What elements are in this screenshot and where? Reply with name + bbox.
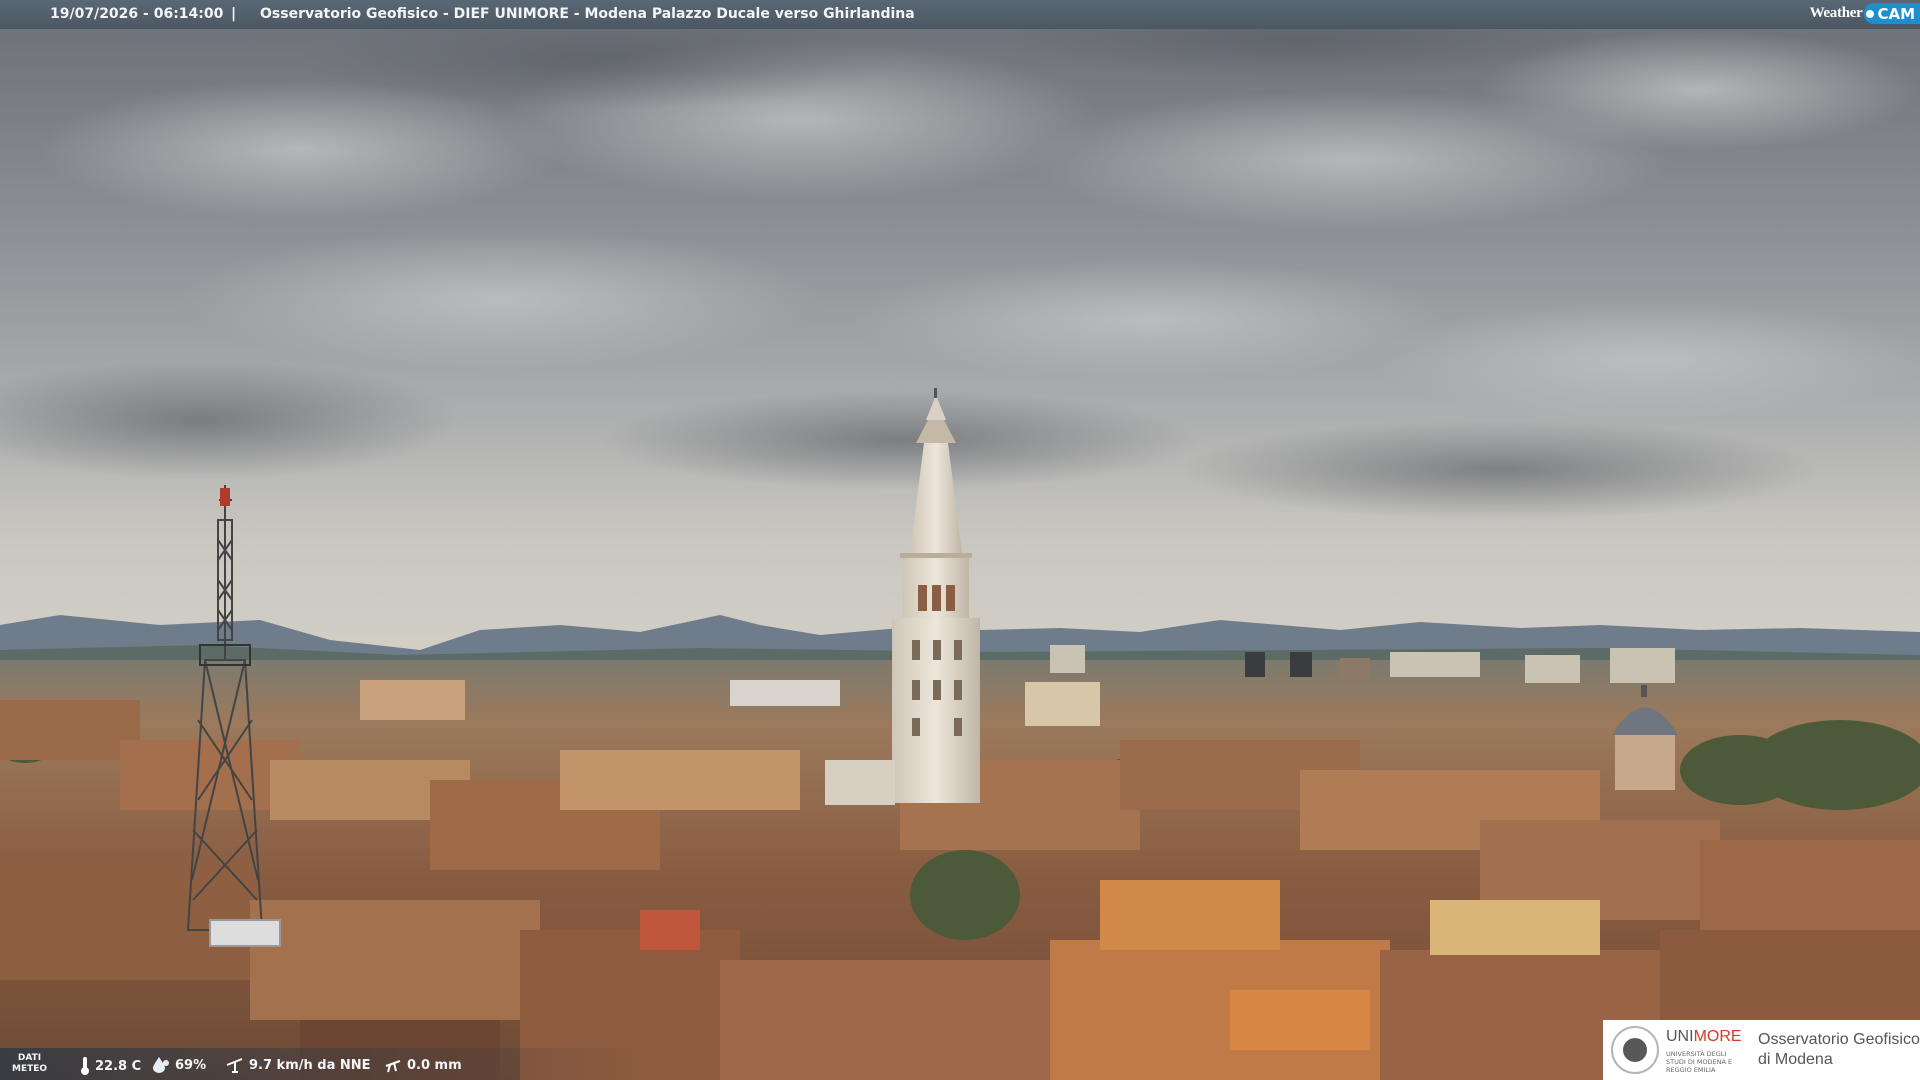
unimore-subtitle: UNIVERSITÀ DEGLI STUDI DI MODENA E REGGI… <box>1666 1050 1733 1074</box>
weathercam-logo: Weather CAM <box>1810 0 1920 27</box>
unimore-logo-text: UNIMORE <box>1666 1028 1742 1045</box>
humidity-readout: 69% <box>152 1057 206 1073</box>
temperature-readout: 22.8 C <box>80 1057 141 1075</box>
unimore-badge: UNIMORE UNIVERSITÀ DEGLI STUDI DI MODENA… <box>1603 1020 1920 1080</box>
webcam-frame: 19/07/2026 - 06:14:00 | Osservatorio Geo… <box>0 0 1920 1080</box>
unimore-seal-icon <box>1611 1026 1659 1074</box>
wind-readout: 9.7 km/h da NNE <box>226 1057 371 1073</box>
cathedral <box>825 760 895 805</box>
rain-icon <box>385 1060 401 1073</box>
header-separator: | <box>231 6 237 22</box>
thermometer-icon <box>81 1057 89 1075</box>
logo-word: Weather <box>1809 5 1863 21</box>
wind-icon <box>226 1058 243 1073</box>
webcam-image <box>0 0 1920 1080</box>
humidity-drop-icon <box>153 1057 169 1073</box>
meteo-label: DATI METEO <box>12 1053 48 1074</box>
logo-cam: CAM <box>1864 3 1920 24</box>
observatory-name: Osservatorio Geofisico di Modena <box>1758 1031 1920 1068</box>
camera-dot-icon <box>1866 9 1875 18</box>
rain-readout: 0.0 mm <box>384 1057 462 1073</box>
weather-data-bar: DATI METEO 22.8 C 69% 9.7 km/h da NNE 0.… <box>0 1048 640 1080</box>
header-bar: 19/07/2026 - 06:14:00 | Osservatorio Geo… <box>0 0 1920 29</box>
timestamp: 19/07/2026 - 06:14:00 <box>50 6 224 22</box>
camera-title: Osservatorio Geofisico - DIEF UNIMORE - … <box>260 6 915 22</box>
